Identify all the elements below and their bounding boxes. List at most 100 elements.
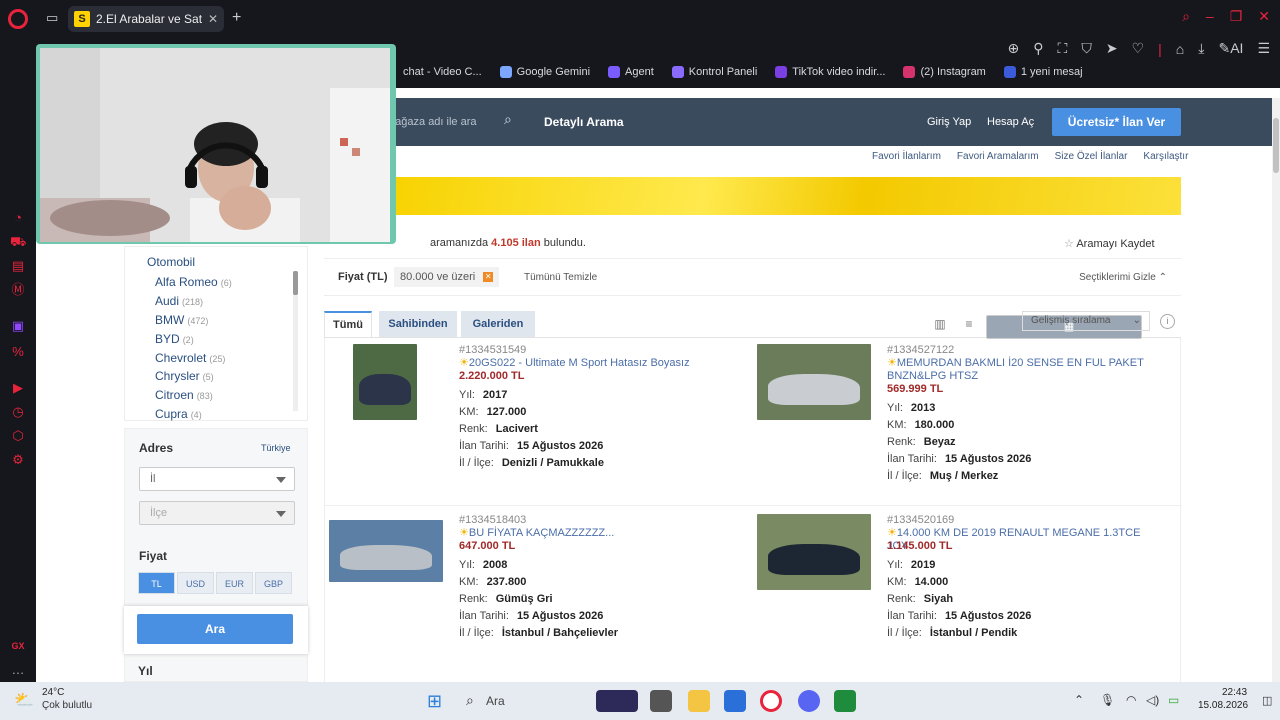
sort-select[interactable]: Gelişmiş sıralama ⌄	[1022, 311, 1150, 331]
folder-icon[interactable]	[688, 690, 710, 712]
info-icon[interactable]: i	[1160, 314, 1175, 329]
brand-item[interactable]: Chrysler (5)	[155, 369, 214, 383]
brand-item[interactable]: Alfa Romeo (6)	[155, 275, 232, 289]
currency-tl[interactable]: TL	[138, 572, 175, 594]
signup-link[interactable]: Hesap Aç	[987, 116, 1034, 128]
terminal-icon[interactable]	[650, 690, 672, 712]
currency-gbp[interactable]: GBP	[255, 572, 292, 594]
weather-temp[interactable]: 24°C	[42, 687, 64, 698]
category-otomobil[interactable]: Otomobil	[147, 255, 195, 269]
close-tab-icon[interactable]: ✕	[208, 12, 218, 26]
maximize-button[interactable]: ❐	[1230, 8, 1243, 25]
notification-icon[interactable]: ◫	[1262, 694, 1272, 707]
messenger-icon[interactable]: Ⓜ	[10, 282, 26, 298]
browser-tab-active[interactable]: S 2.El Arabalar ve Satılık Sıfır ✕	[68, 6, 224, 32]
twitch-icon[interactable]: ▣	[10, 318, 26, 334]
list-view-icon[interactable]: ≡	[958, 315, 980, 333]
ai-icon[interactable]: ✎AI	[1218, 40, 1243, 57]
brand-scroll-thumb[interactable]	[293, 271, 298, 295]
news-icon[interactable]: ▤	[10, 258, 26, 274]
webcam-overlay[interactable]	[36, 44, 396, 244]
hide-selected-link[interactable]: Seçtiklerimi Gizle ⌃	[1079, 272, 1167, 283]
new-tab-button[interactable]: +	[232, 9, 241, 27]
il-select[interactable]: İl	[139, 467, 295, 491]
search-tabs-icon[interactable]: ⌕	[1182, 8, 1190, 25]
taskbar-search[interactable]: Ara	[458, 688, 578, 714]
listing-card[interactable]: #1334527122 ☀MEMURDAN BAKMLI İ20 SENSE EN…	[753, 338, 1181, 506]
clear-all-link[interactable]: Tümünü Temizle	[524, 272, 597, 283]
brand-item[interactable]: BYD (2)	[155, 332, 194, 346]
detailed-search-link[interactable]: Detaylı Arama	[544, 115, 624, 129]
bag-icon[interactable]: ⛟	[10, 234, 26, 250]
tab-manager-icon[interactable]: ▭	[46, 10, 58, 26]
history-icon[interactable]: ◷	[10, 404, 26, 420]
currency-usd[interactable]: USD	[177, 572, 214, 594]
download-icon[interactable]: ⤓	[1198, 40, 1204, 57]
snapshot-icon[interactable]: ⛶	[1058, 40, 1068, 57]
car-photo[interactable]	[353, 344, 417, 420]
page-scrollbar[interactable]	[1272, 98, 1280, 682]
brand-item[interactable]: Audi (218)	[155, 294, 203, 308]
bookmark-item[interactable]: Google Gemini	[499, 66, 590, 78]
search-icon[interactable]: ⌕	[504, 111, 512, 128]
tray-chevron-icon[interactable]: ⌃	[1074, 693, 1084, 707]
heart-icon[interactable]: ♡	[1132, 40, 1145, 57]
page-scroll-thumb[interactable]	[1273, 118, 1279, 173]
subnav-link[interactable]: Karşılaştır	[1143, 151, 1188, 162]
play-icon[interactable]: ▶	[10, 380, 26, 396]
wifi-icon[interactable]: ◠	[1126, 693, 1136, 707]
subnav-link[interactable]: Size Özel İlanlar	[1055, 151, 1128, 162]
chat-app-icon[interactable]	[834, 690, 856, 712]
currency-eur[interactable]: EUR	[216, 572, 253, 594]
menu-icon[interactable]: ☰	[1257, 40, 1270, 57]
yellow-banner[interactable]	[386, 177, 1181, 215]
country-link[interactable]: Türkiye	[261, 443, 291, 453]
listing-title[interactable]: ☀BU FİYATA KAÇMAZZZZZZ...	[459, 527, 729, 540]
save-search-button[interactable]: ☆ Aramayı Kaydet	[1064, 237, 1155, 250]
search-submit-button[interactable]: Ara	[137, 614, 293, 644]
settings-icon[interactable]: ⚙	[10, 452, 26, 468]
weather-desc[interactable]: Çok bulutlu	[42, 700, 92, 711]
brand-item[interactable]: BMW (472)	[155, 313, 208, 327]
battery-icon[interactable]: ▭	[1168, 693, 1179, 707]
bookmark-item[interactable]: Kontrol Paneli	[671, 66, 757, 78]
tab-gallery[interactable]: Galeriden	[461, 311, 535, 337]
clock-time[interactable]: 22:43	[1222, 687, 1247, 698]
zoom-icon[interactable]: ⊕	[1008, 40, 1020, 57]
bookmark-item[interactable]: 1 yeni mesaj	[1003, 66, 1083, 78]
ilce-select[interactable]: İlçe	[139, 501, 295, 525]
brand-item[interactable]: Chevrolet (25)	[155, 351, 225, 365]
price-filter-chip[interactable]: 80.000 ve üzeri ✕	[394, 267, 500, 287]
tab-all[interactable]: Tümü	[324, 311, 372, 337]
bookmark-item[interactable]: Agent	[608, 66, 654, 78]
bookmark-item[interactable]: (2) Instagram	[903, 66, 986, 78]
microphone-icon[interactable]: 🎙	[1100, 693, 1115, 707]
bookmark-item[interactable]: chat - Video C...	[386, 66, 482, 78]
clock-date[interactable]: 15.08.2026	[1198, 700, 1248, 711]
send-icon[interactable]: ➤	[1106, 40, 1118, 57]
login-link[interactable]: Giriş Yap	[927, 116, 971, 128]
opera-taskbar-icon[interactable]	[760, 690, 782, 712]
pin-icon[interactable]: ⚲	[1033, 40, 1043, 57]
car-photo[interactable]	[329, 520, 443, 582]
car-photo[interactable]	[757, 514, 871, 590]
weather-icon[interactable]: ⛅	[14, 690, 34, 710]
listing-title[interactable]: ☀MEMURDAN BAKMLI İ20 SENSE EN FUL PAKET …	[887, 357, 1157, 383]
app-icon[interactable]	[724, 690, 746, 712]
listing-card[interactable]: #1334531549 ☀20GS022 - Ultimate M Sport H…	[325, 338, 753, 506]
table-view-icon[interactable]: ▥	[929, 315, 951, 333]
close-window-button[interactable]: ✕	[1258, 8, 1270, 25]
game-app-icon[interactable]	[596, 690, 638, 712]
car-photo[interactable]	[757, 344, 871, 420]
profile-icon[interactable]: ⌂	[1176, 41, 1184, 57]
subnav-link[interactable]: Favori İlanlarım	[872, 151, 941, 162]
percent-icon[interactable]: %	[10, 344, 26, 360]
brand-item[interactable]: Cupra (4)	[155, 407, 202, 421]
bookmark-item[interactable]: TikTok video indir...	[775, 66, 885, 78]
post-ad-button[interactable]: Ücretsiz* İlan Ver	[1052, 108, 1181, 136]
tab-owner[interactable]: Sahibinden	[379, 311, 457, 337]
speed-dial-icon[interactable]: ◔	[10, 210, 26, 226]
discord-icon[interactable]	[798, 690, 820, 712]
subnav-link[interactable]: Favori Aramalarım	[957, 151, 1039, 162]
windows-start-icon[interactable]: ⊞	[427, 691, 442, 712]
